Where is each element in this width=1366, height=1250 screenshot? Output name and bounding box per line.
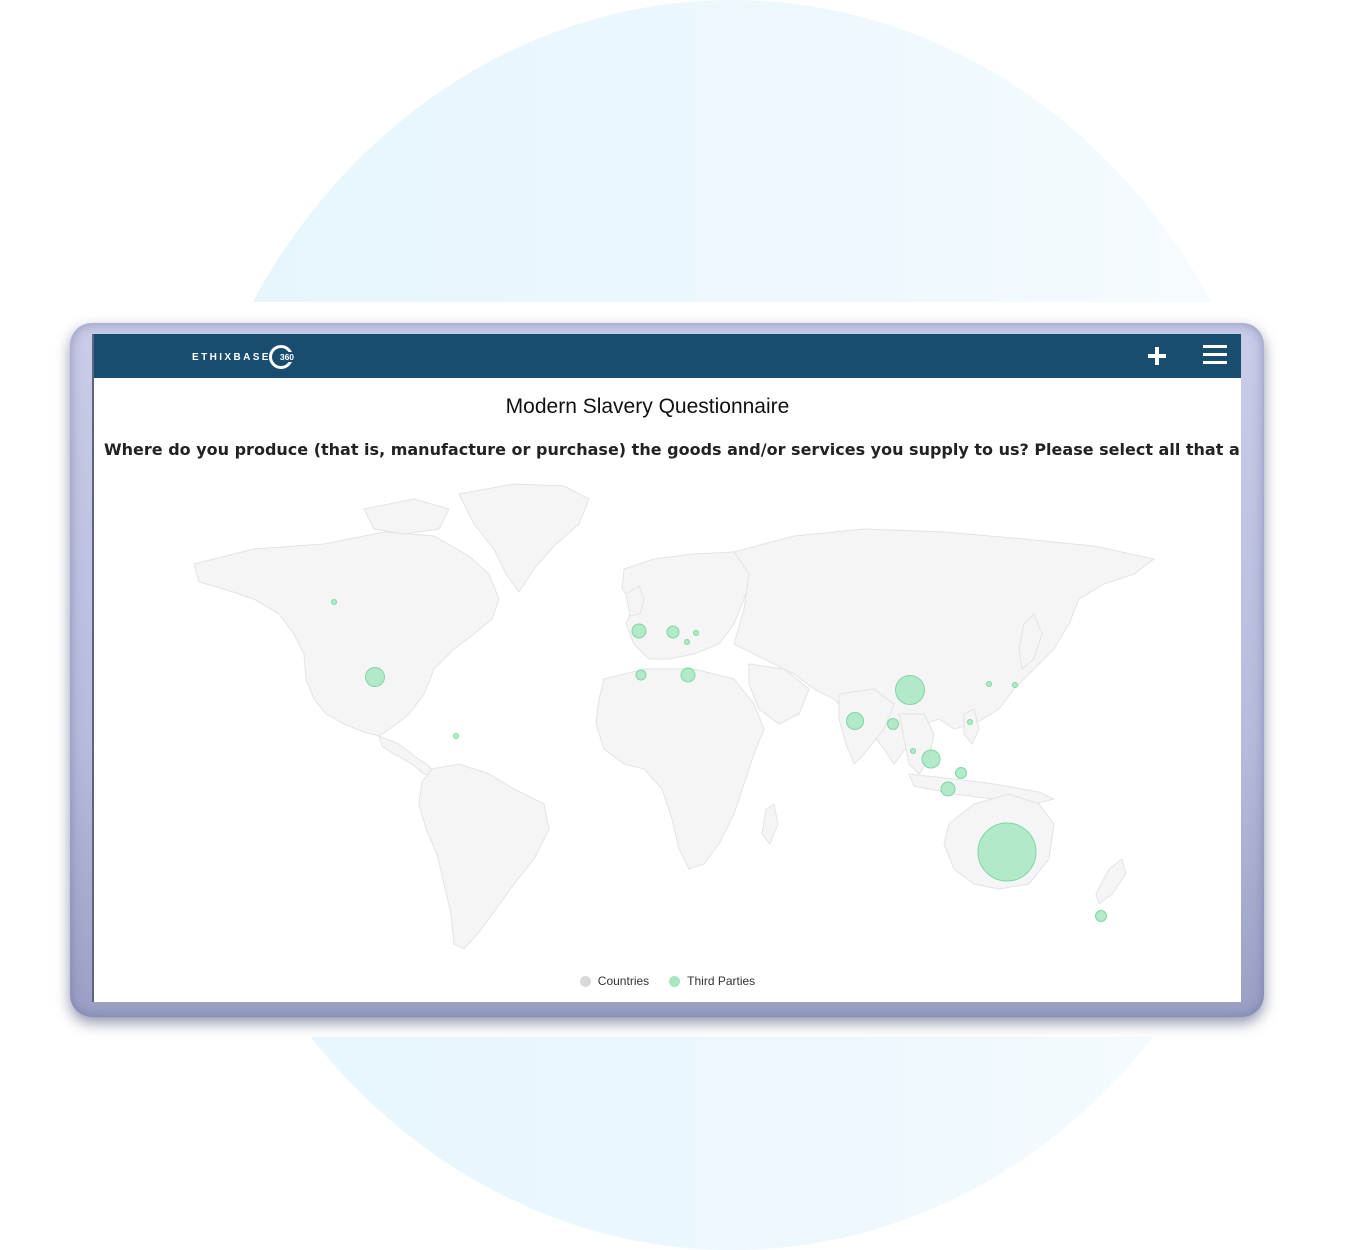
page-title: Modern Slavery Questionnaire: [505, 395, 790, 418]
land-arctic-islands[interactable]: [363, 498, 450, 535]
legend-dot-countries: [579, 975, 591, 987]
legend-dot-third-parties: [669, 975, 681, 987]
third-party-bubble[interactable]: [910, 748, 916, 754]
ethixbase-logo[interactable]: ETHIXBASE 360: [192, 342, 296, 372]
third-party-bubble[interactable]: [955, 767, 967, 779]
land-africa[interactable]: [595, 668, 765, 870]
third-party-bubble[interactable]: [635, 669, 647, 681]
menu-button[interactable]: [1201, 342, 1229, 368]
third-party-bubble[interactable]: [331, 599, 337, 605]
third-party-bubble[interactable]: [940, 781, 956, 797]
logo-number: 360: [278, 352, 296, 362]
third-party-bubble[interactable]: [365, 667, 385, 687]
logo-text: ETHIXBASE: [192, 351, 271, 363]
third-party-bubble[interactable]: [887, 718, 899, 730]
third-party-bubble[interactable]: [631, 623, 647, 639]
third-party-bubble[interactable]: [977, 822, 1037, 882]
add-button[interactable]: [1144, 343, 1170, 369]
third-party-bubble[interactable]: [967, 719, 973, 725]
third-party-bubble[interactable]: [1012, 682, 1018, 688]
land-central-america[interactable]: [378, 735, 438, 777]
third-party-bubble[interactable]: [986, 681, 992, 687]
top-navigation-bar: ETHIXBASE 360: [94, 334, 1241, 378]
third-party-bubble[interactable]: [666, 625, 680, 639]
third-party-bubble[interactable]: [680, 667, 696, 683]
plus-icon: [1148, 347, 1166, 365]
land-new-zealand[interactable]: [1095, 858, 1127, 905]
third-party-bubble[interactable]: [453, 733, 459, 739]
third-party-bubble[interactable]: [684, 639, 690, 645]
app-window: ETHIXBASE 360 Modern Slavery Questionnai…: [94, 334, 1241, 1002]
third-party-bubble[interactable]: [846, 712, 864, 730]
map-legend: Countries Third Parties: [94, 974, 1241, 988]
land-madagascar[interactable]: [761, 803, 779, 845]
third-party-bubble[interactable]: [895, 675, 925, 705]
world-map[interactable]: [94, 474, 1241, 964]
legend-label-third-parties: Third Parties: [687, 974, 756, 988]
hamburger-menu-icon: [1203, 345, 1227, 364]
land-indonesia[interactable]: [908, 773, 1056, 805]
land-south-america[interactable]: [418, 763, 550, 950]
third-party-bubble[interactable]: [921, 749, 941, 769]
question-text: Where do you produce (that is, manufactu…: [104, 440, 1241, 459]
land-asia[interactable]: [733, 528, 1156, 765]
legend-label-countries: Countries: [597, 974, 650, 988]
legend-item-third-parties[interactable]: Third Parties: [669, 974, 755, 988]
legend-item-countries[interactable]: Countries: [579, 974, 650, 988]
third-party-bubble[interactable]: [1095, 910, 1107, 922]
land-north-america[interactable]: [193, 531, 500, 737]
third-party-bubble[interactable]: [693, 630, 699, 636]
